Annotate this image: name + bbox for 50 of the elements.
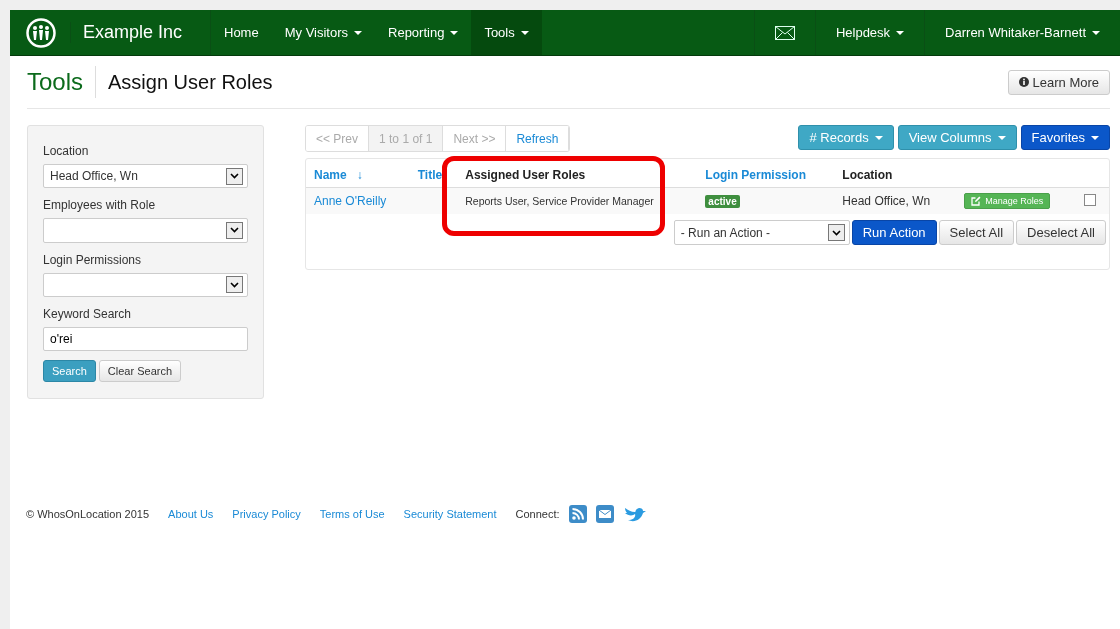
clear-button[interactable]: Clear Search (98, 360, 182, 382)
table-cell: Reports User, Service Provider Manager (465, 195, 654, 207)
chevron-icon (230, 227, 239, 234)
bulk-button[interactable]: Select All (938, 220, 1015, 245)
learn-more-button[interactable]: Learn More (1007, 69, 1110, 95)
nav-item[interactable]: Tools (471, 10, 542, 55)
footer-link[interactable]: Privacy Policy (232, 508, 301, 520)
info-icon (1018, 77, 1029, 87)
keyword-field[interactable]: o'rei (43, 326, 248, 351)
page-title: Assign User Roles (108, 70, 273, 94)
chevron-icon (230, 281, 239, 288)
copyright-text: © WhosOnLocation 2015 (26, 508, 150, 520)
select-field[interactable]: Head Office, Wn (43, 164, 248, 189)
edit-icon (971, 196, 982, 206)
nav-menu[interactable]: Helpdesk (814, 10, 925, 55)
select-field[interactable] (43, 218, 248, 243)
select-field[interactable] (43, 272, 248, 297)
bird-icon[interactable] (622, 505, 647, 523)
field-label: Keyword Search (43, 306, 133, 321)
mail-icon[interactable] (595, 505, 614, 523)
logo-icon[interactable] (26, 17, 56, 48)
column-header[interactable]: Title (417, 168, 443, 182)
column-header[interactable]: Login Permission (705, 168, 807, 182)
nav-item[interactable]: My Visitors (271, 10, 375, 55)
table-cell: Head Office, Wn (842, 194, 931, 208)
nav-menu[interactable]: Darren Whitaker-Barnett (924, 10, 1120, 55)
chevron-icon (831, 229, 841, 236)
nav-item[interactable]: Reporting (375, 10, 472, 55)
footer-link[interactable]: About Us (168, 508, 214, 520)
footer-link[interactable]: Security Statement (403, 508, 497, 520)
bulk-button[interactable]: Run Action (851, 220, 937, 245)
connect-label: Connect: (515, 508, 560, 520)
envelope-icon (774, 25, 795, 40)
brand-name[interactable]: Example Inc (70, 22, 183, 43)
column-header: Location (842, 168, 893, 182)
field-label: Location (43, 144, 90, 158)
row-checkbox[interactable] (1084, 193, 1097, 206)
toolbar-dropdown[interactable]: Favorites (1020, 125, 1110, 150)
field-label: Employees with Role (43, 198, 157, 213)
chevron-icon (230, 173, 239, 180)
column-header[interactable]: Name ↓ (314, 168, 363, 182)
column-header: Assigned User Roles (465, 168, 586, 182)
nav-item[interactable]: Home (211, 10, 272, 55)
bulk-button[interactable]: Deselect All (1016, 220, 1106, 245)
field-label: Login Permissions (43, 252, 143, 267)
action-select[interactable]: - Run an Action - (673, 220, 850, 245)
status-label: active (705, 195, 740, 208)
rss-icon[interactable] (568, 505, 587, 523)
footer-link[interactable]: Terms of Use (319, 508, 385, 520)
section-title: Tools (27, 66, 97, 98)
